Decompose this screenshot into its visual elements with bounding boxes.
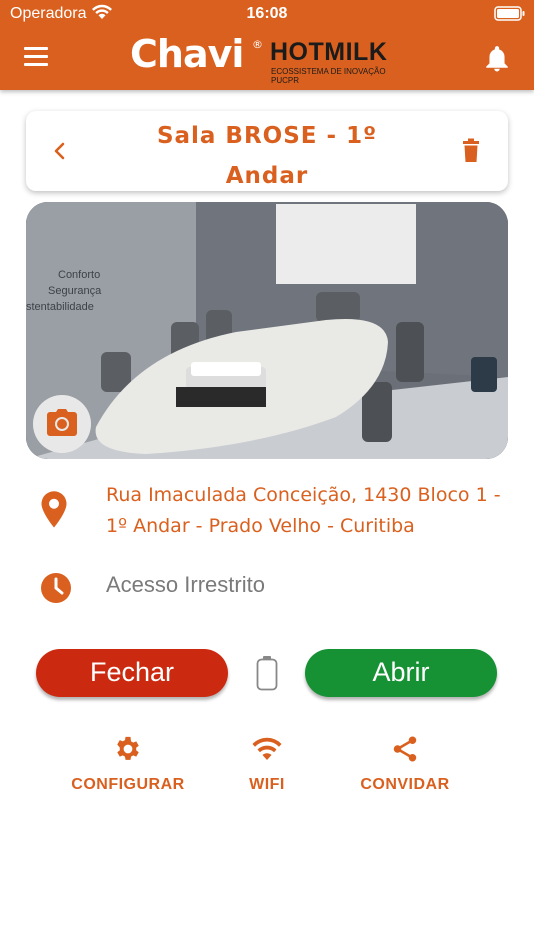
- share-icon: [393, 736, 417, 762]
- camera-icon: [47, 409, 77, 436]
- gear-icon: [117, 736, 139, 760]
- chevron-left-icon: [54, 142, 65, 160]
- room-title: Sala BROSE - 1º Andar: [156, 123, 378, 189]
- status-bar: Operadora 16:08: [0, 0, 534, 28]
- hamburger-icon: [24, 47, 48, 50]
- access-level: Acesso Irrestrito: [106, 572, 265, 597]
- photo-wall-text-2: Segurança: [48, 285, 102, 297]
- hamburger-icon-line: [24, 55, 48, 58]
- logo-hotmilk-subtitle: ECOSSISTEMA DE INOVAÇÃO PUCPR: [271, 67, 386, 85]
- wifi-button[interactable]: WIFI: [237, 734, 297, 794]
- battery-status-icon: [494, 6, 526, 26]
- notification-bell-icon[interactable]: [484, 44, 510, 76]
- logo-chavi: Chavi: [130, 32, 244, 76]
- wifi-label: WIFI: [249, 776, 285, 793]
- configure-button[interactable]: CONFIGURAR: [68, 734, 188, 794]
- open-door-button[interactable]: Abrir: [305, 649, 497, 697]
- invite-label: CONVIDAR: [360, 776, 450, 793]
- invite-button[interactable]: CONVIDAR: [355, 734, 455, 794]
- trash-icon: [463, 138, 479, 162]
- room-photo: Conforto Segurança stentabilidade: [26, 202, 508, 459]
- photo-wall-text-1: Conforto: [58, 269, 100, 281]
- hamburger-icon-line: [24, 63, 48, 66]
- wifi-icon: [252, 737, 282, 760]
- logo-registered-mark: ®: [252, 38, 263, 51]
- photo-wall-text-3: stentabilidade: [26, 301, 94, 313]
- status-time: 16:08: [246, 5, 288, 22]
- change-photo-button[interactable]: [33, 395, 91, 453]
- room-title-card: Sala BROSE - 1º Andar: [26, 111, 508, 191]
- configure-label: CONFIGURAR: [71, 776, 185, 793]
- location-pin-icon: [38, 490, 70, 534]
- clock-icon: [40, 572, 72, 608]
- room-address: Rua Imaculada Conceição, 1430 Bloco 1 - …: [106, 484, 501, 537]
- app-header: Operadora 16:08 Chavi ® HOTMILK ECOSSIST…: [0, 0, 534, 90]
- logo-hotmilk: HOTMILK: [270, 38, 388, 66]
- delete-button[interactable]: [460, 138, 482, 168]
- app-logo: Chavi ® HOTMILK ECOSSISTEMA DE INOVAÇÃO …: [130, 32, 410, 85]
- device-battery-icon: [255, 655, 279, 695]
- back-button[interactable]: [52, 141, 68, 165]
- menu-button[interactable]: [24, 47, 50, 69]
- close-door-button[interactable]: Fechar: [36, 649, 228, 697]
